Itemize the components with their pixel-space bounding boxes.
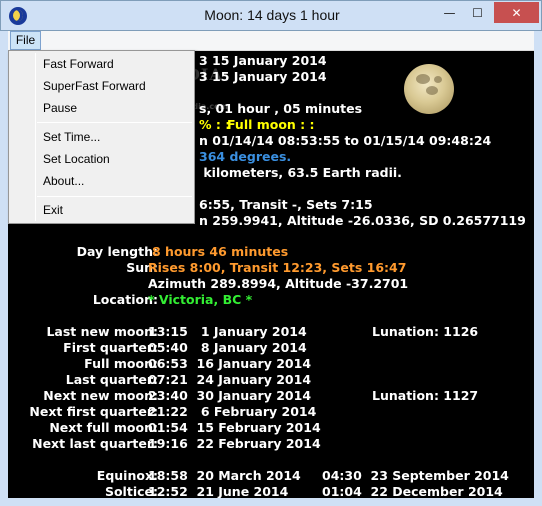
season-label: Equinox: bbox=[96, 468, 158, 483]
season-value: 04:30 23 September 2014 bbox=[322, 468, 509, 483]
menu-separator bbox=[37, 196, 192, 197]
menu-item-about[interactable]: About... bbox=[43, 171, 84, 191]
phase-label: Full moon: bbox=[84, 356, 158, 371]
menu-item-superfast-forward[interactable]: SuperFast Forward bbox=[43, 76, 146, 96]
sun-times: Rises 8:00, Transit 12:23, Sets 16:47 bbox=[148, 260, 407, 275]
phase-value: 01:54 15 February 2014 bbox=[148, 420, 321, 435]
sun-label: Sun: bbox=[126, 260, 158, 275]
phase-label: Last quarter: bbox=[65, 372, 158, 387]
season-value: 12:52 21 June 2014 bbox=[148, 484, 289, 498]
phase-label: Last new moon: bbox=[46, 324, 158, 339]
phase-label: Next first quarter: bbox=[29, 404, 158, 419]
phase-label: Next full moon: bbox=[49, 420, 158, 435]
phase-label: Next new moon: bbox=[43, 388, 158, 403]
maximize-button[interactable]: ☐ bbox=[464, 2, 491, 23]
menu-item-exit[interactable]: Exit bbox=[43, 200, 63, 220]
moon-distance: kilometers, 63.5 Earth radii. bbox=[199, 165, 402, 180]
menu-separator bbox=[37, 122, 192, 123]
season-value: 01:04 22 December 2014 bbox=[322, 484, 503, 498]
location-value: * Victoria, BC * bbox=[148, 292, 253, 307]
phase-value: 06:53 16 January 2014 bbox=[148, 356, 312, 371]
phase-value: 07:21 24 January 2014 bbox=[148, 372, 312, 387]
phase-label: Next last quarter: bbox=[32, 436, 158, 451]
sun-azimuth: Azimuth 289.8994, Altitude -37.2701 bbox=[148, 276, 409, 291]
file-menu[interactable]: File bbox=[10, 31, 41, 50]
day-length-value: 8 hours 46 minutes bbox=[152, 244, 289, 259]
window-frame-left bbox=[0, 31, 8, 506]
moon-image bbox=[404, 64, 454, 114]
full-moon-range: n 01/14/14 08:53:55 to 01/15/14 09:48:24 bbox=[199, 133, 492, 148]
location-label: Location: bbox=[92, 292, 158, 307]
moon-degrees: 364 degrees. bbox=[199, 149, 292, 164]
minimize-button[interactable]: — bbox=[436, 2, 463, 23]
moon-azimuth: n 259.9941, Altitude -26.0336, SD 0.2657… bbox=[199, 213, 526, 228]
menu-item-pause[interactable]: Pause bbox=[43, 98, 77, 118]
phase-value: 23:40 30 January 2014 bbox=[148, 388, 312, 403]
season-value: 18:58 20 March 2014 bbox=[148, 468, 301, 483]
phase-label: First quarter: bbox=[63, 340, 158, 355]
season-label: Soltice: bbox=[104, 484, 158, 498]
menu-item-set-time[interactable]: Set Time... bbox=[43, 127, 100, 147]
menu-bar: File bbox=[8, 31, 534, 51]
moon-phase-name: Full moon : : bbox=[227, 117, 315, 132]
lunation-value: Lunation: 1127 bbox=[372, 388, 479, 403]
menu-item-fast-forward[interactable]: Fast Forward bbox=[43, 54, 114, 74]
phase-value: 19:16 22 February 2014 bbox=[148, 436, 321, 451]
window-frame-bottom bbox=[0, 498, 542, 506]
day-length-label: Day length: bbox=[76, 244, 158, 259]
file-dropdown-menu: Fast Forward SuperFast Forward Pause Set… bbox=[8, 50, 195, 224]
phase-value: 13:15 1 January 2014 bbox=[148, 324, 307, 339]
moon-phase-prefix: % : : bbox=[199, 117, 231, 132]
phase-value: 21:22 6 February 2014 bbox=[148, 404, 317, 419]
title-bar[interactable]: Moon: 14 days 1 hour — ☐ ✕ bbox=[0, 0, 542, 31]
phase-value: 05:40 8 January 2014 bbox=[148, 340, 307, 355]
window-frame-right bbox=[534, 31, 542, 506]
moon-rise-set: 6:55, Transit -, Sets 7:15 bbox=[199, 197, 373, 212]
lunation-value: Lunation: 1126 bbox=[372, 324, 479, 339]
menu-item-set-location[interactable]: Set Location bbox=[43, 149, 110, 169]
close-button[interactable]: ✕ bbox=[494, 2, 539, 23]
